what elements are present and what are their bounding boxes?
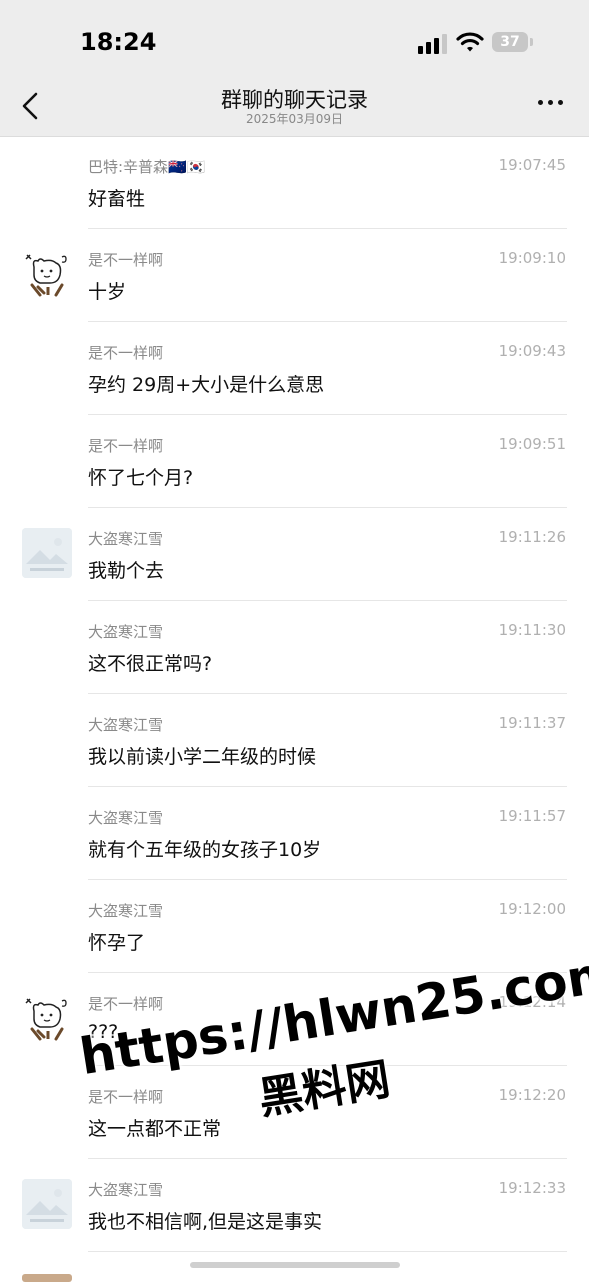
sender-name: 大盗寒江雪 <box>88 623 164 641</box>
message-text: ??? <box>88 1021 119 1043</box>
avatar[interactable] <box>22 1179 72 1229</box>
message-text: 我也不相信啊,但是这是事实 <box>88 1211 323 1233</box>
sender-name: 是不一样啊 <box>88 251 164 269</box>
message-time: 19:09:10 <box>498 249 566 267</box>
sender-name: 是不一样啊 <box>88 344 164 362</box>
home-indicator <box>190 1262 400 1268</box>
divider <box>88 1251 567 1252</box>
message-time: 19:09:51 <box>498 435 566 453</box>
more-dots-icon[interactable] <box>536 96 566 108</box>
sender-name: 是不一样啊 <box>88 1088 164 1106</box>
avatar[interactable] <box>22 249 72 299</box>
message-time: 19:11:30 <box>498 621 566 639</box>
message-text: 怀了七个月? <box>88 467 194 489</box>
message-row[interactable]: 大盗寒江雪 19:11:57 就有个五年级的女孩子10岁 <box>0 787 589 880</box>
battery-tip <box>530 38 533 46</box>
message-row[interactable]: 大盗寒江雪 19:11:26 我勒个去 <box>0 508 589 601</box>
message-time: 19:12:14 <box>498 993 566 1011</box>
sender-name: 是不一样啊 <box>88 437 164 455</box>
sender-name: 大盗寒江雪 <box>88 1181 164 1199</box>
message-text: 孕约 29周+大小是什么意思 <box>88 374 325 396</box>
message-text: 十岁 <box>88 281 127 303</box>
avatar[interactable] <box>22 993 72 1043</box>
battery-icon: 37 <box>492 32 528 52</box>
message-row[interactable]: 大盗寒江雪 19:11:37 我以前读小学二年级的时候 <box>0 694 589 787</box>
message-row[interactable]: 巴特:辛普森🇳🇿🇰🇷 19:07:45 好畜牲 <box>0 136 589 229</box>
avatar[interactable] <box>22 528 72 578</box>
message-row[interactable]: 是不一样啊 19:09:51 怀了七个月? <box>0 415 589 508</box>
message-row[interactable]: 大盗寒江雪 19:12:33 我也不相信啊,但是这是事实 <box>0 1159 589 1252</box>
message-row[interactable]: 是不一样啊 19:09:43 孕约 29周+大小是什么意思 <box>0 322 589 415</box>
message-time: 19:09:43 <box>498 342 566 360</box>
message-text: 这一点都不正常 <box>88 1118 222 1140</box>
message-row[interactable]: 是不一样啊 19:12:20 这一点都不正常 <box>0 1066 589 1159</box>
message-row[interactable]: 是不一样啊 19:12:14??? <box>0 973 589 1066</box>
nav-bar: 群聊的聊天记录 2025年03月09日 <box>0 80 589 137</box>
message-row[interactable]: 大盗寒江雪 19:11:30 这不很正常吗? <box>0 601 589 694</box>
sender-name: 大盗寒江雪 <box>88 902 164 920</box>
sender-name: 是不一样啊 <box>88 995 164 1013</box>
message-text: 就有个五年级的女孩子10岁 <box>88 839 322 861</box>
message-row[interactable]: 是不一样啊 19:09:10 十岁 <box>0 229 589 322</box>
wifi-icon <box>456 32 484 52</box>
page-subtitle: 2025年03月09日 <box>245 112 344 126</box>
message-text: 这不很正常吗? <box>88 653 213 675</box>
message-time: 19:11:57 <box>498 807 566 825</box>
status-bar: 18:24 37 <box>0 0 589 80</box>
message-time: 19:12:20 <box>498 1086 566 1104</box>
message-row[interactable]: 大盗寒江雪 19:12:00 怀孕了 <box>0 880 589 973</box>
sender-name: 大盗寒江雪 <box>88 530 164 548</box>
sender-name: 巴特:辛普森🇳🇿🇰🇷 <box>88 158 206 176</box>
sender-name: 大盗寒江雪 <box>88 716 164 734</box>
message-text: 怀孕了 <box>88 932 146 954</box>
message-time: 19:07:45 <box>498 156 566 174</box>
message-list: 巴特:辛普森🇳🇿🇰🇷 19:07:45 好畜牲 是不一样啊 19:09:10 十岁 是不一样… <box>0 136 589 1252</box>
message-time: 19:11:26 <box>498 528 566 546</box>
signal-icon <box>418 32 448 54</box>
message-text: 好畜牲 <box>88 188 146 210</box>
avatar-partial <box>22 1274 72 1282</box>
message-time: 19:12:33 <box>498 1179 566 1197</box>
message-time: 19:12:00 <box>498 900 566 918</box>
message-text: 我勒个去 <box>88 560 165 582</box>
message-time: 19:11:37 <box>498 714 566 732</box>
status-time: 18:24 <box>80 28 157 56</box>
message-text: 我以前读小学二年级的时候 <box>88 746 317 768</box>
sender-name: 大盗寒江雪 <box>88 809 164 827</box>
